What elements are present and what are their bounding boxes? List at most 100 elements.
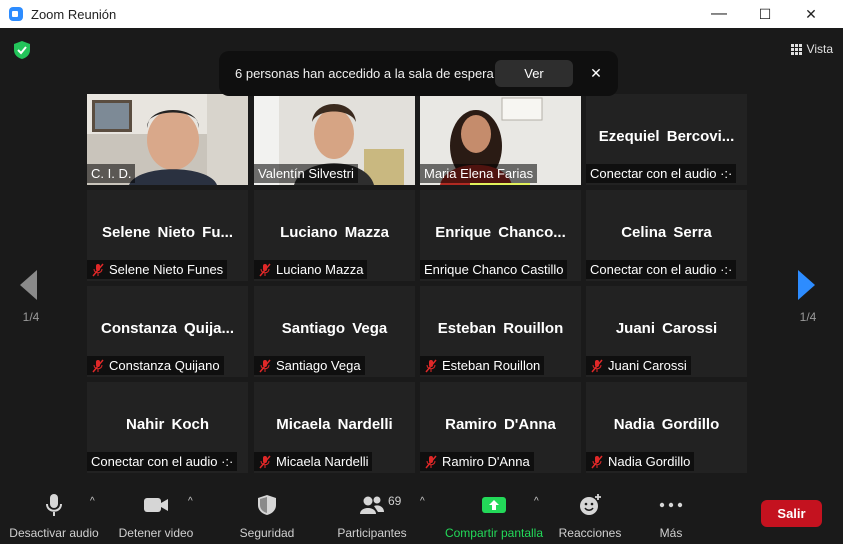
zoom-logo-icon [9, 7, 23, 21]
view-button[interactable]: Vista [790, 40, 833, 58]
mute-button[interactable]: Desactivar audio [8, 482, 100, 544]
reactions-button[interactable]: Reacciones [556, 482, 624, 544]
view-waiting-room-button[interactable]: Ver [495, 60, 573, 87]
tile-name-label[interactable]: Conectar con el audio ·:· [87, 452, 238, 471]
video-options-caret[interactable]: ^ [188, 496, 193, 507]
participants-icon [360, 496, 384, 514]
stop-video-label: Detener video [118, 526, 194, 540]
tile-display-name: Ramiro D'Anna [445, 416, 556, 433]
participant-tile[interactable]: Santiago Vega Santiago Vega [254, 286, 415, 377]
next-page-button[interactable]: 1/4 [797, 270, 817, 330]
participants-label: Participantes [337, 526, 407, 540]
participant-tile[interactable]: Esteban Rouillon Esteban Rouillon [420, 286, 581, 377]
encryption-shield-icon[interactable] [12, 40, 32, 60]
tile-name-label: C. I. D. [87, 164, 136, 183]
security-button[interactable]: Seguridad [232, 482, 302, 544]
share-screen-icon [482, 497, 506, 513]
stop-video-button[interactable]: Detener video [114, 482, 198, 544]
tile-display-name: Selene Nieto Fu... [101, 224, 234, 241]
tile-name-label: Luciano Mazza [254, 260, 368, 279]
title-bar: Zoom Reunión — ☐ ✕ [0, 0, 843, 28]
participant-tile[interactable]: Selene Nieto Fu... Selene Nieto Funes [87, 190, 248, 281]
tile-display-name: Luciano Mazza [280, 224, 389, 241]
participant-tile[interactable]: Celina Serra Conectar con el audio ·:· [586, 190, 747, 281]
audio-options-caret[interactable]: ^ [90, 496, 95, 507]
tile-display-name: Enrique Chanco... [435, 224, 566, 241]
tile-display-name: Nadia Gordillo [613, 416, 720, 433]
security-shield-icon [258, 495, 276, 515]
tile-display-name: Esteban Rouillon [437, 320, 564, 337]
prev-page-button[interactable]: 1/4 [20, 270, 40, 330]
more-button[interactable]: Más [646, 482, 696, 544]
participant-tile[interactable]: Micaela Nardelli Micaela Nardelli [254, 382, 415, 473]
tile-name-label: Maria Elena Farias [420, 164, 538, 183]
video-tile-cid[interactable]: C. I. D. [87, 94, 248, 185]
reactions-label: Reacciones [558, 526, 622, 540]
muted-mic-icon [425, 359, 437, 372]
tile-name-label: Selene Nieto Funes [87, 260, 228, 279]
tile-name-label: Valentín Silvestri [254, 164, 358, 183]
tile-name-label: Micaela Nardelli [254, 452, 373, 471]
share-options-caret[interactable]: ^ [534, 496, 539, 507]
participant-tile[interactable]: Luciano Mazza Luciano Mazza [254, 190, 415, 281]
waiting-room-notification: 6 personas han accedido a la sala de esp… [219, 51, 618, 96]
grid-view-icon [790, 43, 802, 55]
page-indicator-left: 1/4 [22, 310, 40, 324]
security-label: Seguridad [239, 526, 295, 540]
video-tile-valentin[interactable]: Valentín Silvestri [254, 94, 415, 185]
participant-tile[interactable]: Enrique Chanco... Enrique Chanco Castill… [420, 190, 581, 281]
view-label: Vista [806, 42, 833, 56]
participant-tile[interactable]: Ramiro D'Anna Ramiro D'Anna [420, 382, 581, 473]
close-window-button[interactable]: ✕ [789, 0, 833, 28]
smiley-reaction-icon [580, 494, 601, 515]
tile-display-name: Constanza Quija... [100, 320, 235, 337]
tile-name-label: Santiago Vega [254, 356, 365, 375]
page-indicator-right: 1/4 [799, 310, 817, 324]
muted-mic-icon [591, 359, 603, 372]
tile-display-name: Ezequiel Bercovi... [598, 128, 735, 145]
tile-name-label[interactable]: Conectar con el audio ·:· [586, 260, 737, 279]
tile-name-label: Nadia Gordillo [586, 452, 695, 471]
participant-tile[interactable]: Constanza Quija... Constanza Quijano [87, 286, 248, 377]
speaking-indicator [470, 183, 530, 185]
participant-tile[interactable]: Ezequiel Bercovi... Conectar con el audi… [586, 94, 747, 185]
minimize-button[interactable]: — [697, 0, 741, 28]
microphone-icon [46, 494, 62, 516]
muted-mic-icon [425, 455, 437, 468]
window-title: Zoom Reunión [31, 6, 117, 22]
participant-tile[interactable]: Nadia Gordillo Nadia Gordillo [586, 382, 747, 473]
close-notification-button[interactable]: ✕ [587, 63, 605, 83]
more-dots-icon [659, 502, 683, 508]
muted-mic-icon [259, 455, 271, 468]
arrow-right-icon [798, 270, 815, 300]
muted-mic-icon [92, 359, 104, 372]
participants-count: 69 [388, 494, 402, 508]
muted-mic-icon [591, 455, 603, 468]
tile-display-name: Santiago Vega [281, 320, 388, 337]
participants-button[interactable]: Participantes [332, 482, 412, 544]
tile-name-label: Juani Carossi [586, 356, 691, 375]
meeting-toolbar: Desactivar audio ^ Detener video ^ Segur… [0, 482, 843, 544]
participants-options-caret[interactable]: ^ [420, 496, 425, 507]
notification-message: 6 personas han accedido a la sala de esp… [235, 66, 494, 81]
participant-tile[interactable]: Nahir Koch Conectar con el audio ·:· [87, 382, 248, 473]
tile-display-name: Celina Serra [621, 224, 712, 241]
tile-name-label: Constanza Quijano [87, 356, 224, 375]
arrow-left-icon [20, 270, 37, 300]
tile-name-label: Ramiro D'Anna [420, 452, 534, 471]
video-tile-maria-elena[interactable]: Maria Elena Farias [420, 94, 581, 185]
tile-name-label: Enrique Chanco Castillo [420, 260, 568, 279]
share-screen-button[interactable]: Compartir pantalla [440, 482, 548, 544]
maximize-button[interactable]: ☐ [743, 0, 787, 28]
tile-name-label: Esteban Rouillon [420, 356, 545, 375]
zoom-window: Zoom Reunión — ☐ ✕ Vista 1/4 1/4 C. I. D… [0, 0, 843, 544]
participant-tile[interactable]: Juani Carossi Juani Carossi [586, 286, 747, 377]
more-label: Más [659, 526, 683, 540]
mute-label: Desactivar audio [9, 526, 99, 540]
leave-meeting-button[interactable]: Salir [761, 500, 822, 527]
muted-mic-icon [92, 263, 104, 276]
tile-name-label[interactable]: Conectar con el audio ·:· [586, 164, 737, 183]
tile-display-name: Nahir Koch [125, 416, 209, 433]
share-screen-label: Compartir pantalla [444, 526, 544, 540]
tile-display-name: Juani Carossi [615, 320, 718, 337]
